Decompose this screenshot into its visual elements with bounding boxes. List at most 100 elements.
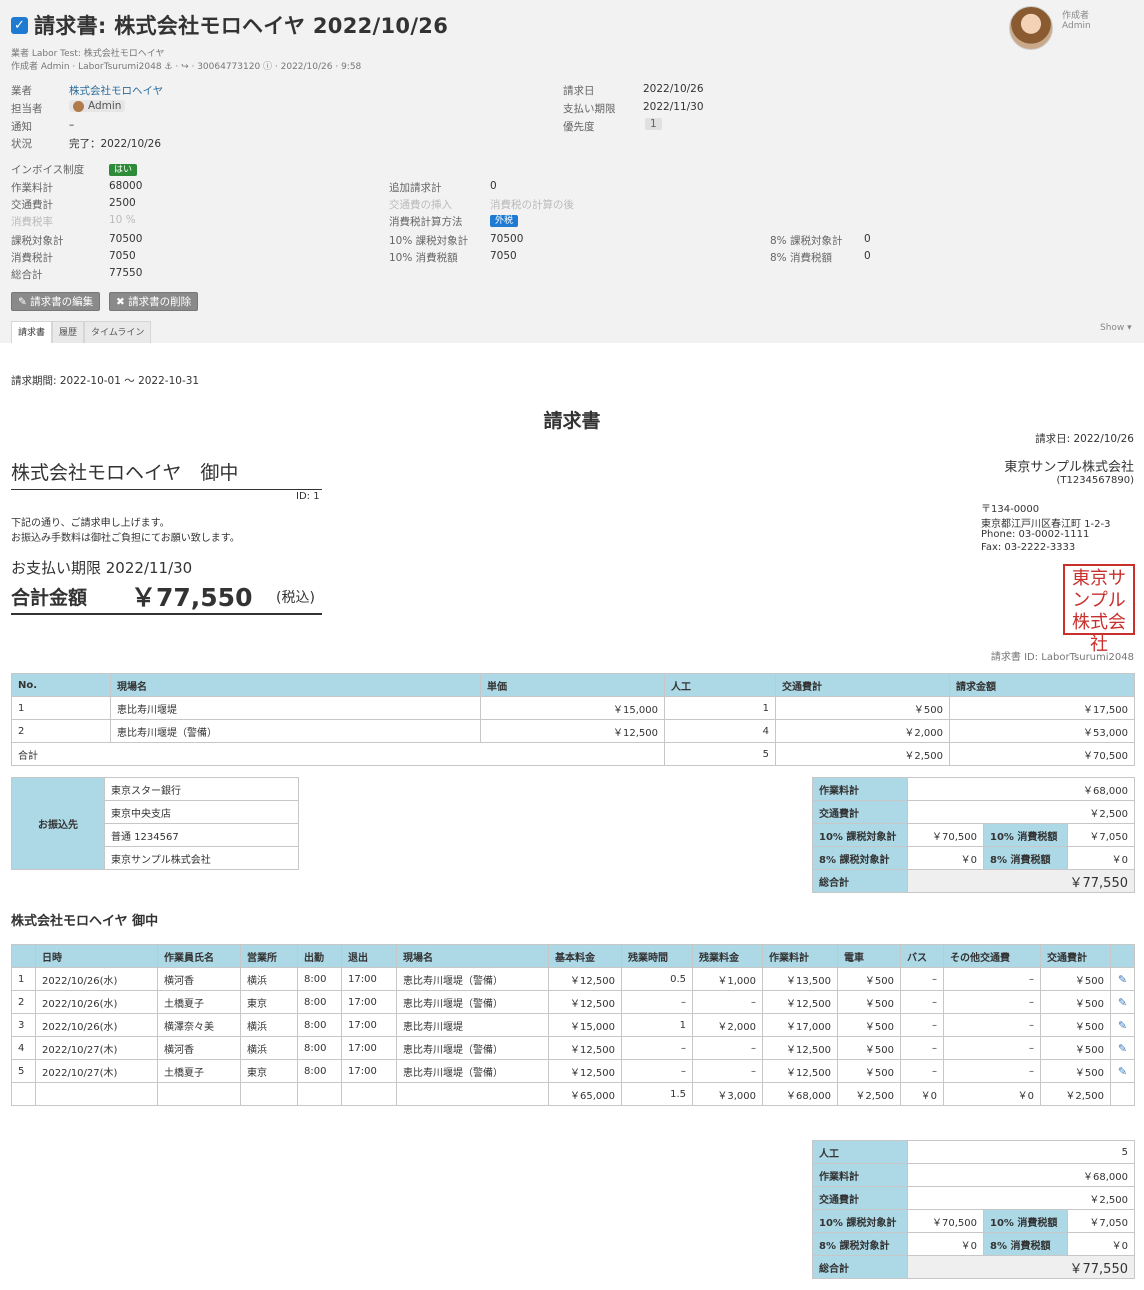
checkbox[interactable]: ✓ — [11, 16, 28, 34]
cell: 横河香 — [157, 1036, 241, 1060]
cell: 恵比寿川堰堤 — [110, 696, 481, 720]
document-title: 請求書 — [543, 410, 601, 432]
edit-icon[interactable]: ✎ — [1110, 1036, 1135, 1060]
message-line: お振込み手数料は御社ご負担にてお願い致します。 — [11, 533, 240, 544]
field-label: 優先度 — [563, 121, 595, 133]
cell: 横澤奈々美 — [157, 1013, 241, 1037]
assignee-name: Admin — [88, 100, 122, 112]
field-value: 0 — [864, 250, 871, 262]
total-label: 総合計 — [812, 869, 908, 893]
cell: ￥15,000 — [480, 696, 665, 720]
cell: 17:00 — [341, 1036, 397, 1060]
field-label: 支払い期限 — [563, 103, 616, 115]
table-total-row: ￥65,000 1.5 ￥3,000 ￥68,000 ￥2,500 ￥0 ￥0 … — [11, 1082, 1135, 1106]
field-label: 課税対象計 — [11, 235, 64, 247]
cell: ￥65,000 — [548, 1082, 622, 1106]
invoice-id: 請求書 ID: LaborTsurumi2048 — [990, 652, 1134, 663]
company-fax: Fax: 03-2222-3333 — [981, 542, 1076, 553]
delete-invoice-button[interactable]: ✖ 請求書の削除 — [109, 292, 199, 311]
field-label: 消費税計 — [11, 252, 53, 264]
cell: ￥12,500 — [480, 719, 665, 743]
total-label: 作業料計 — [812, 1163, 908, 1187]
field-label: 追加請求計 — [389, 182, 442, 194]
edit-invoice-button[interactable]: ✎ 請求書の編集 — [11, 292, 101, 311]
field-value: 2022/11/30 — [643, 101, 704, 113]
total-label: 8% 課税対象計 — [812, 1232, 908, 1256]
field-value: 2022/10/26 — [643, 83, 704, 95]
cell: – — [900, 1013, 944, 1037]
cell: 土橋夏子 — [157, 990, 241, 1014]
cell: – — [900, 1059, 944, 1083]
cell: ￥2,500 — [837, 1082, 901, 1106]
cell: ￥500 — [837, 1036, 901, 1060]
edit-icon[interactable]: ✎ — [1110, 1013, 1135, 1037]
cell: ￥12,500 — [762, 1036, 838, 1060]
cell: – — [943, 1013, 1041, 1037]
cell: – — [900, 990, 944, 1014]
avatar — [1009, 6, 1053, 50]
column-header: 現場名 — [110, 673, 481, 697]
cell: 8:00 — [297, 967, 342, 991]
cell: ￥500 — [1040, 1059, 1111, 1083]
creator-name[interactable]: Admin — [1062, 21, 1091, 31]
creator-label: 作成者 — [1062, 11, 1090, 21]
bank-line: 東京スター銀行 — [104, 777, 299, 801]
cell: ￥13,500 — [762, 967, 838, 991]
cell: – — [692, 1036, 763, 1060]
cell: 0.5 — [621, 967, 693, 991]
table-row: 1 2022/10/26(水) 横河香 横浜 8:00 17:00 恵比寿川堰堤… — [11, 967, 1135, 991]
field-label: 消費税計算方法 — [389, 216, 463, 228]
field-value: 2500 — [109, 197, 136, 209]
cell: – — [900, 1036, 944, 1060]
column-header: No. — [11, 673, 111, 697]
grand-total-value: ￥77,550 — [907, 1255, 1135, 1279]
cell: ￥2,500 — [775, 742, 950, 766]
field-label: 10% 消費税額 — [389, 252, 458, 264]
bank-line: 東京サンプル株式会社 — [104, 846, 299, 870]
edit-icon[interactable]: ✎ — [1110, 967, 1135, 991]
show-dropdown[interactable]: Show ▾ — [1100, 323, 1132, 333]
column-header: その他交通費 — [943, 944, 1041, 968]
cell: 1 — [621, 1013, 693, 1037]
cell: 横河香 — [157, 967, 241, 991]
assignee-chip[interactable]: Admin — [69, 100, 126, 115]
tab-timeline[interactable]: タイムライン — [84, 321, 152, 343]
bank-line: 東京中央支店 — [104, 800, 299, 824]
field-value: 7050 — [490, 250, 517, 262]
field-value: – — [69, 119, 75, 131]
cell: 恵比寿川堰堤（警備） — [396, 967, 549, 991]
cell: ￥17,000 — [762, 1013, 838, 1037]
total-label: 8% 課税対象計 — [812, 846, 908, 870]
cell: ￥12,500 — [762, 990, 838, 1014]
total-label: 8% 消費税額 — [983, 846, 1068, 870]
author-line[interactable]: 作成者 Admin · LaborTsurumi2048 ⚓ · ↪ · 300… — [11, 59, 361, 72]
tab-invoice[interactable]: 請求書 — [11, 321, 53, 343]
company-address: 東京都江戸川区春江町 1-2-3 — [981, 519, 1111, 530]
vendor-link[interactable]: 株式会社モロヘイヤ — [69, 83, 163, 98]
column-header: 基本料金 — [548, 944, 622, 968]
cell: ￥500 — [837, 967, 901, 991]
column-header: 日時 — [35, 944, 158, 968]
cell: – — [621, 1036, 693, 1060]
cell: ￥500 — [1040, 967, 1111, 991]
total-value: ￥0 — [907, 1232, 984, 1256]
issue-header: ✓ 請求書: 株式会社モロヘイヤ 2022/10/26 業者 Labor Tes… — [0, 0, 1144, 343]
totals-table-2: 人工 5 作業料計 ￥68,000 交通費計 ￥2,500 10% 課税対象計 … — [812, 1140, 1135, 1279]
cell: – — [943, 1059, 1041, 1083]
subtitle: 業者 Labor Test: 株式会社モロヘイヤ — [11, 49, 165, 59]
field-label: 10% 課税対象計 — [389, 235, 469, 247]
cell: ￥12,500 — [548, 1059, 622, 1083]
tab-history[interactable]: 履歴 — [52, 321, 85, 343]
cell: 横浜 — [240, 967, 298, 991]
field-label: 請求日 — [563, 85, 595, 97]
edit-icon[interactable]: ✎ — [1110, 990, 1135, 1014]
field-value: 68000 — [109, 180, 143, 192]
total-value: ￥70,500 — [907, 1209, 984, 1233]
cell: 8:00 — [297, 1059, 342, 1083]
company-seal: 東京サンプル株式会社 — [1063, 564, 1135, 655]
cell: 合計 — [11, 742, 665, 766]
edit-icon[interactable]: ✎ — [1110, 1059, 1135, 1083]
field-label: 消費税率 — [11, 216, 53, 228]
cell: – — [621, 990, 693, 1014]
total-value: ￥2,500 — [907, 800, 1135, 824]
